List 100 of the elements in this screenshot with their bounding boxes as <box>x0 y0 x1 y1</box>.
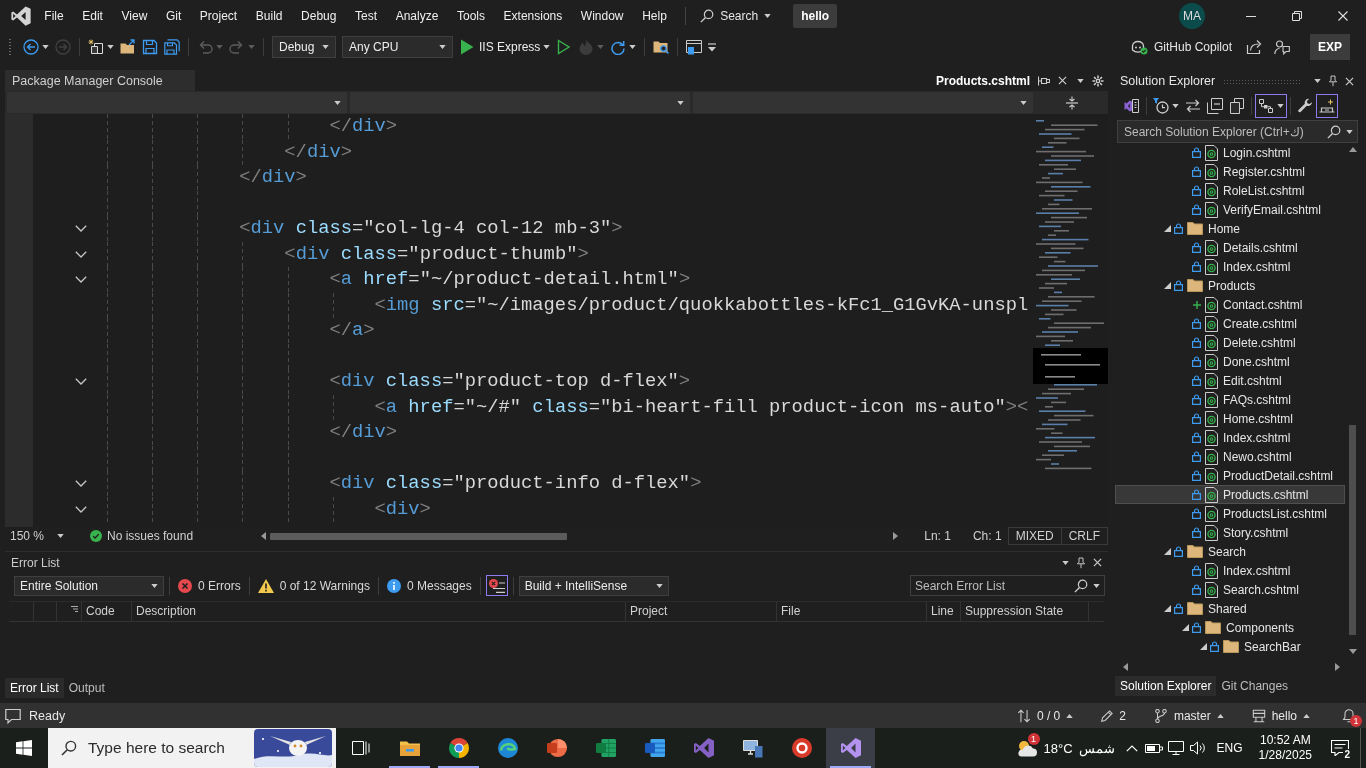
notification-center-button[interactable]: 2 <box>1320 728 1360 768</box>
scroll-thumb[interactable] <box>1349 425 1356 635</box>
platform-dropdown[interactable]: Any CPU <box>342 36 453 58</box>
language-button[interactable]: ENG <box>1208 728 1251 768</box>
preview-button[interactable] <box>1316 94 1338 118</box>
tree-item[interactable]: Delete.cshtml <box>1115 333 1345 352</box>
messages-toggle[interactable]: 0 Messages <box>383 578 475 593</box>
menu-item[interactable]: Window <box>571 5 633 27</box>
errors-toggle[interactable]: 0 Errors <box>175 578 244 593</box>
scope-dropdown[interactable]: Entire Solution <box>14 575 164 596</box>
column-header[interactable]: Code <box>82 602 132 621</box>
clock-button[interactable]: 10:52 AM 1/28/2025 <box>1250 728 1320 768</box>
tree-item[interactable]: RoleList.cshtml <box>1115 181 1345 200</box>
fold-chevron-icon[interactable] <box>75 276 87 284</box>
scroll-thumb[interactable] <box>270 532 568 540</box>
exp-button[interactable]: EXP <box>1310 34 1350 60</box>
errors-only-filter-button[interactable] <box>485 575 508 596</box>
tree-item[interactable]: Home <box>1115 219 1345 238</box>
search-field[interactable]: Search Error List <box>910 575 1105 596</box>
menu-item[interactable]: Git <box>156 5 191 27</box>
column-header[interactable]: File <box>777 602 927 621</box>
whitespace-button[interactable]: MIXED <box>1007 527 1062 545</box>
tree-item[interactable]: ProductsList.cshtml <box>1115 504 1345 523</box>
column-header[interactable]: Project <box>626 602 777 621</box>
tool-window-tab[interactable]: Package Manager Console <box>5 70 195 91</box>
menu-item[interactable]: Test <box>345 5 387 27</box>
fold-chevron-icon[interactable] <box>75 225 87 233</box>
panel-tab[interactable]: Git Changes <box>1216 676 1294 696</box>
weather-badge: 1 <box>1027 733 1040 745</box>
line-ending-button[interactable]: CRLF <box>1061 527 1108 545</box>
tree-item[interactable]: Products.cshtml <box>1115 485 1345 504</box>
close-icon[interactable] <box>1058 76 1067 85</box>
menu-item[interactable]: View <box>112 5 157 27</box>
expander-triangle-icon[interactable] <box>1163 225 1171 232</box>
tree-item[interactable]: Create.cshtml <box>1115 314 1345 333</box>
razor-file-icon <box>1205 353 1218 370</box>
column-header[interactable]: Description <box>132 602 626 621</box>
branch-button[interactable]: master <box>1153 708 1224 723</box>
tree-item[interactable]: Products <box>1115 276 1345 295</box>
tree-item[interactable]: FAQs.cshtml <box>1115 390 1345 409</box>
fold-chevron-icon[interactable] <box>75 505 87 513</box>
tree-item[interactable]: Components <box>1115 618 1345 637</box>
issues-indicator[interactable]: No issues found <box>90 529 194 543</box>
panel-tab[interactable]: Error List <box>5 678 64 698</box>
menu-item[interactable]: File <box>35 5 73 27</box>
menu-item[interactable]: Debug <box>291 5 346 27</box>
tree-item[interactable]: Story.cshtml <box>1115 523 1345 542</box>
expander-triangle-icon[interactable] <box>1163 282 1171 289</box>
toolbar-grip[interactable] <box>8 38 12 56</box>
tree-item[interactable]: Search <box>1115 542 1345 561</box>
panel-tab[interactable]: Solution Explorer <box>1115 676 1217 696</box>
start-debugging-button[interactable]: IIS Express <box>456 35 554 59</box>
tree-item[interactable]: Register.cshtml <box>1115 162 1345 181</box>
split-window-icon[interactable] <box>1066 95 1078 110</box>
menu-item[interactable]: Extensions <box>494 5 572 27</box>
show-all-files-button[interactable] <box>1255 94 1287 118</box>
tree-item[interactable]: Newo.cshtml <box>1115 447 1345 466</box>
tree-item[interactable]: ProductDetail.cshtml <box>1115 466 1345 485</box>
tree-item[interactable]: Done.cshtml <box>1115 352 1345 371</box>
tree-item[interactable]: Index.cshtml <box>1115 561 1345 580</box>
source-dropdown[interactable]: Build + IntelliSense <box>518 575 669 596</box>
expander-triangle-icon[interactable] <box>1163 605 1171 612</box>
tree-item[interactable]: VerifyEmail.cshtml <box>1115 200 1345 219</box>
expander-triangle-icon[interactable] <box>1181 624 1189 631</box>
tree-item[interactable]: Details.cshtml <box>1115 238 1345 257</box>
tree-item[interactable]: Edit.cshtml <box>1115 371 1345 390</box>
menu-item[interactable]: Analyze <box>386 5 448 27</box>
ide-preview-app-button[interactable] <box>826 728 875 768</box>
pin-icon[interactable] <box>1038 75 1050 86</box>
configuration-dropdown[interactable]: Debug <box>272 36 336 58</box>
fold-chevron-icon[interactable] <box>75 250 87 258</box>
column-header[interactable]: Line <box>927 602 961 621</box>
tree-item[interactable]: Search.cshtml <box>1115 580 1345 599</box>
tree-item[interactable]: SearchBar <box>1115 637 1345 656</box>
pending-edits-button[interactable]: 2 <box>1101 708 1126 723</box>
tree-item[interactable]: Login.cshtml <box>1115 143 1345 162</box>
menu-item[interactable]: Edit <box>72 5 113 27</box>
tree-item[interactable]: Shared <box>1115 599 1345 618</box>
expander-triangle-icon[interactable] <box>1163 548 1171 555</box>
fold-chevron-icon[interactable] <box>75 480 87 488</box>
repository-button[interactable]: hello <box>1251 708 1310 723</box>
search-button[interactable]: Search <box>694 4 778 28</box>
menu-item[interactable]: Project <box>190 5 247 27</box>
warnings-toggle[interactable]: 0 of 12 Warnings <box>254 578 373 593</box>
tree-item[interactable]: Index.cshtml <box>1115 257 1345 276</box>
changes-button[interactable]: 0 / 0 <box>1016 708 1074 723</box>
panel-tab[interactable]: Output <box>63 678 110 698</box>
fold-chevron-icon[interactable] <box>75 378 87 386</box>
tree-item[interactable]: Home.cshtml <box>1115 409 1345 428</box>
expander-triangle-icon[interactable] <box>1199 643 1207 650</box>
menu-item[interactable]: Tools <box>447 5 495 27</box>
account-avatar[interactable]: MA <box>1179 3 1205 29</box>
search-field[interactable]: Search Solution Explorer (Ctrl+ك) <box>1117 120 1358 143</box>
zoom-dropdown[interactable]: 150 % <box>7 529 67 543</box>
column-header[interactable]: Suppression State <box>961 602 1089 621</box>
tree-item[interactable]: Index.cshtml <box>1115 428 1345 447</box>
copilot-button[interactable]: GitHub Copilot <box>1129 39 1232 55</box>
menu-item[interactable]: Build <box>246 5 292 27</box>
menu-item[interactable]: Help <box>632 5 677 27</box>
tree-item[interactable]: Contact.cshtml <box>1115 295 1345 314</box>
